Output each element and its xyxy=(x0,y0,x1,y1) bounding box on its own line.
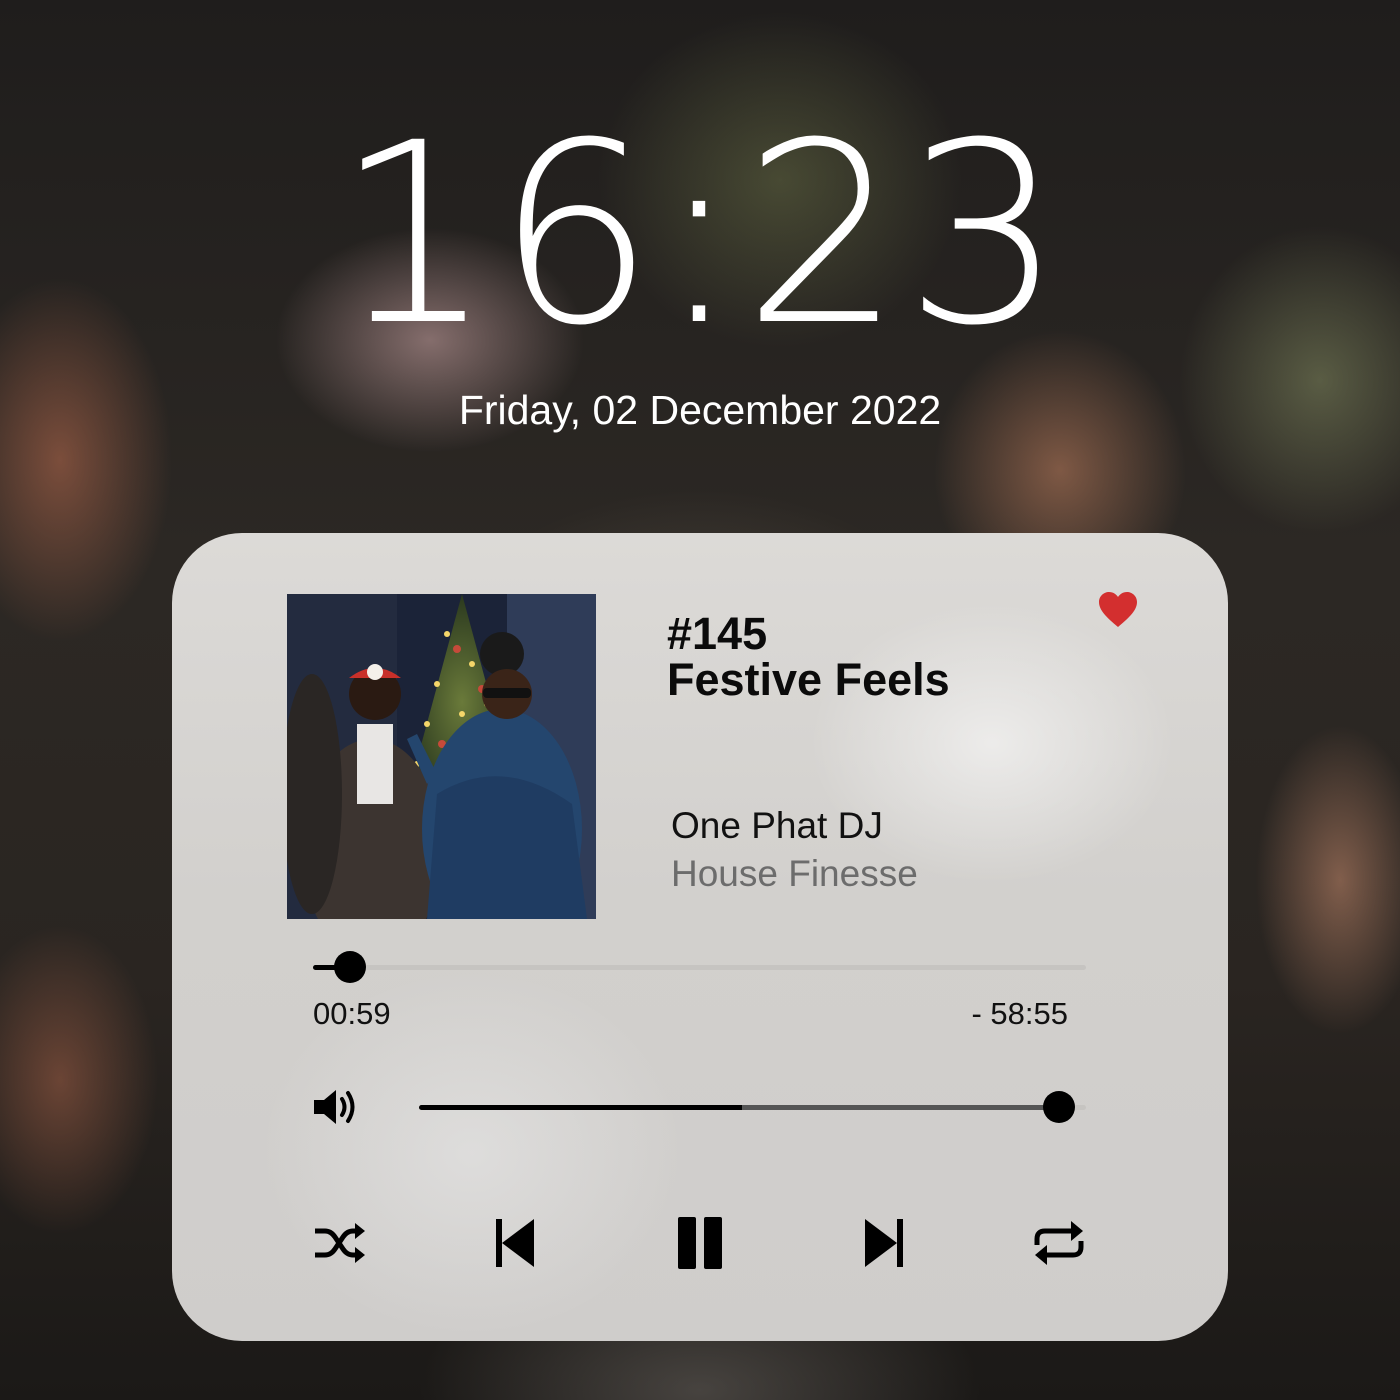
progress-slider[interactable] xyxy=(313,951,1086,983)
remaining-time: - 58:55 xyxy=(971,996,1068,1031)
volume-icon[interactable] xyxy=(312,1082,362,1132)
lock-screen-clock: 16:23 xyxy=(334,89,1066,380)
shuffle-icon xyxy=(315,1223,365,1263)
lock-screen-date: Friday, 02 December 2022 xyxy=(458,387,942,433)
album-name: House Finesse xyxy=(671,853,918,894)
volume-knob[interactable] xyxy=(1043,1091,1076,1123)
repeat-button[interactable] xyxy=(1031,1215,1087,1271)
progress-knob[interactable] xyxy=(334,951,367,983)
elapsed-time: 00:59 xyxy=(313,996,391,1031)
album-art xyxy=(287,594,596,919)
track-title: Festive Feels xyxy=(667,654,950,705)
favorite-heart-icon[interactable] xyxy=(1098,591,1138,629)
artist-name: One Phat DJ xyxy=(671,805,883,846)
previous-button[interactable] xyxy=(486,1215,542,1271)
previous-icon xyxy=(496,1219,534,1267)
pause-button[interactable] xyxy=(672,1215,728,1271)
volume-slider[interactable] xyxy=(419,1091,1086,1123)
pause-icon xyxy=(678,1217,722,1269)
volume-fill xyxy=(419,1105,743,1110)
next-button[interactable] xyxy=(857,1215,913,1271)
shuffle-button[interactable] xyxy=(311,1215,367,1271)
next-icon xyxy=(865,1219,903,1267)
media-player-widget: #145 Festive Feels One Phat DJ House Fin… xyxy=(172,533,1228,1341)
repeat-icon xyxy=(1034,1221,1084,1265)
episode-number: #145 xyxy=(667,608,768,659)
volume-fill-secondary xyxy=(742,1105,1060,1110)
